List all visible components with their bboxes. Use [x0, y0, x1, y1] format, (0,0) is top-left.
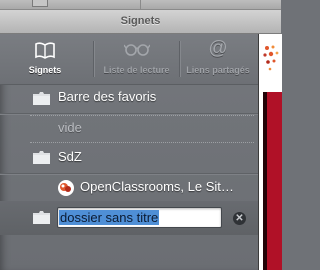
tab-bar: Signets Liste de lecture @ Liens partagé… — [0, 34, 258, 85]
divider — [30, 142, 254, 143]
clear-icon[interactable]: ✕ — [233, 212, 246, 225]
previous-window-strip — [0, 0, 281, 10]
at-icon: @ — [208, 38, 228, 59]
tab-label: Signets — [28, 65, 62, 75]
divider — [140, 0, 141, 9]
page-banner-shadow — [263, 92, 267, 270]
list-item-label: SdZ — [58, 149, 82, 164]
new-folder-row: dossier sans titre ✕ — [0, 201, 258, 235]
window-control-stub — [32, 0, 48, 7]
glasses-icon — [122, 41, 151, 59]
empty-folder-row: vide — [0, 114, 258, 143]
logo-dots-icon — [263, 45, 279, 71]
site-favicon — [58, 180, 74, 196]
folder-icon — [33, 151, 50, 164]
tab-reading-list[interactable]: Liste de lecture — [94, 34, 179, 84]
tab-signets[interactable]: Signets — [10, 34, 80, 84]
webpage-edge — [258, 34, 282, 270]
window-title: Signets — [0, 10, 281, 34]
selected-text: dossier sans titre — [59, 210, 160, 225]
tab-shared-links[interactable]: @ Liens partagés — [180, 34, 256, 84]
empty-placeholder: vide — [58, 120, 82, 135]
list-item[interactable]: OpenClassrooms, Le Sit… — [0, 174, 258, 201]
book-icon — [34, 41, 56, 61]
folder-icon — [33, 211, 50, 224]
list-item[interactable]: Barre des favoris — [0, 84, 258, 114]
bookmarks-sidebar: Signets Liste de lecture @ Liens partagé… — [0, 34, 258, 270]
tab-label: Liens partagés — [186, 65, 250, 75]
folder-name-input[interactable]: dossier sans titre — [57, 207, 222, 228]
list-item-label: OpenClassrooms, Le Sit… — [80, 179, 234, 194]
folder-icon — [33, 92, 50, 105]
list-item-label: Barre des favoris — [58, 89, 157, 104]
tab-label: Liste de lecture — [103, 65, 170, 75]
list-item[interactable]: SdZ — [0, 144, 258, 174]
divider — [30, 115, 254, 116]
